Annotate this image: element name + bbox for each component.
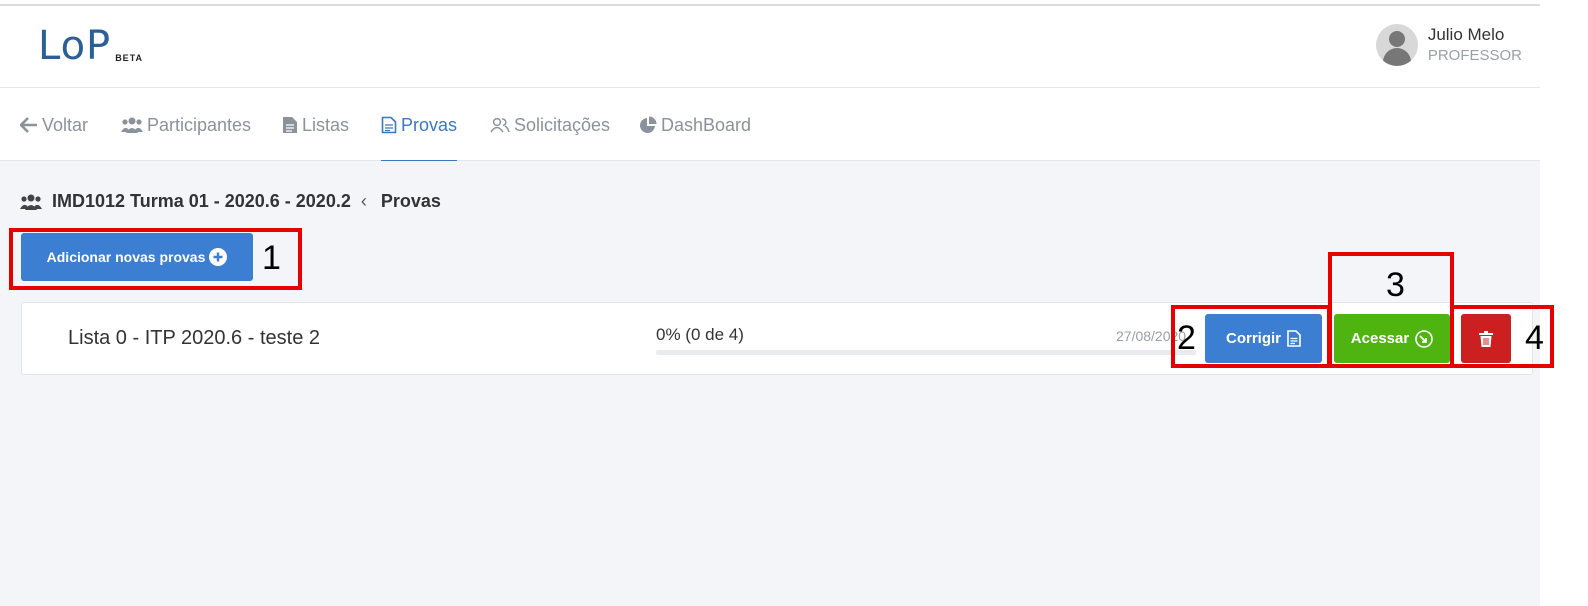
breadcrumb: IMD1012 Turma 01 - 2020.6 - 2020.2 ‹ Pro…	[20, 191, 441, 212]
tab-solicitacoes-label: Solicitações	[514, 114, 611, 135]
beta-badge: BETA	[115, 53, 144, 63]
tab-nav: Voltar Participantes Listas Provas Solic…	[0, 89, 1540, 162]
tab-participantes[interactable]: Participantes	[121, 89, 251, 161]
user-group-outline-icon	[490, 117, 510, 133]
breadcrumb-current: Provas	[380, 191, 441, 211]
user-menu[interactable]: Julio Melo PROFESSOR	[1375, 24, 1522, 66]
tab-provas-label: Provas	[401, 114, 458, 135]
app-logo[interactable]: LoP BETA	[38, 26, 143, 66]
annotation-number-3: 3	[1386, 266, 1405, 304]
tab-dashboard-label: DashBoard	[661, 114, 752, 135]
annotation-number-4: 4	[1525, 319, 1544, 357]
logo-text: LoP	[38, 23, 112, 69]
avatar	[1375, 24, 1418, 66]
tab-provas[interactable]: Provas	[381, 89, 458, 162]
annotation-box-1	[9, 228, 302, 290]
breadcrumb-class-link[interactable]: IMD1012 Turma 01 - 2020.6 - 2020.2	[52, 191, 351, 212]
tab-listas[interactable]: Listas	[282, 89, 349, 161]
chevron-left-icon: ‹	[360, 191, 367, 211]
tab-voltar-label: Voltar	[42, 114, 89, 135]
user-info: Julio Melo PROFESSOR	[1428, 24, 1522, 66]
user-role: PROFESSOR	[1427, 47, 1522, 64]
header: LoP BETA Julio Melo PROFESSOR	[0, 6, 1540, 88]
tab-voltar[interactable]: Voltar	[20, 89, 88, 161]
file-icon	[283, 117, 297, 133]
progress-text: 0% (0 de 4)	[656, 325, 744, 344]
annotation-number-1: 1	[262, 239, 281, 277]
file-text-icon	[381, 116, 397, 134]
exam-title[interactable]: Lista 0 - ITP 2020.6 - teste 2	[68, 327, 320, 350]
users-icon	[121, 117, 143, 133]
user-name: Julio Melo	[1427, 25, 1505, 44]
users-icon	[20, 194, 42, 210]
pie-chart-icon	[640, 116, 657, 133]
tab-listas-label: Listas	[302, 114, 350, 135]
tab-dashboard[interactable]: DashBoard	[639, 89, 751, 161]
progress-bar	[656, 350, 1196, 355]
annotation-number-2: 2	[1177, 319, 1196, 357]
tab-solicitacoes[interactable]: Solicitações	[490, 89, 610, 161]
tab-participantes-label: Participantes	[147, 114, 252, 135]
app-root: LoP BETA Julio Melo PROFESSOR Voltar Par…	[0, 0, 1540, 606]
arrow-left-icon	[20, 117, 37, 133]
